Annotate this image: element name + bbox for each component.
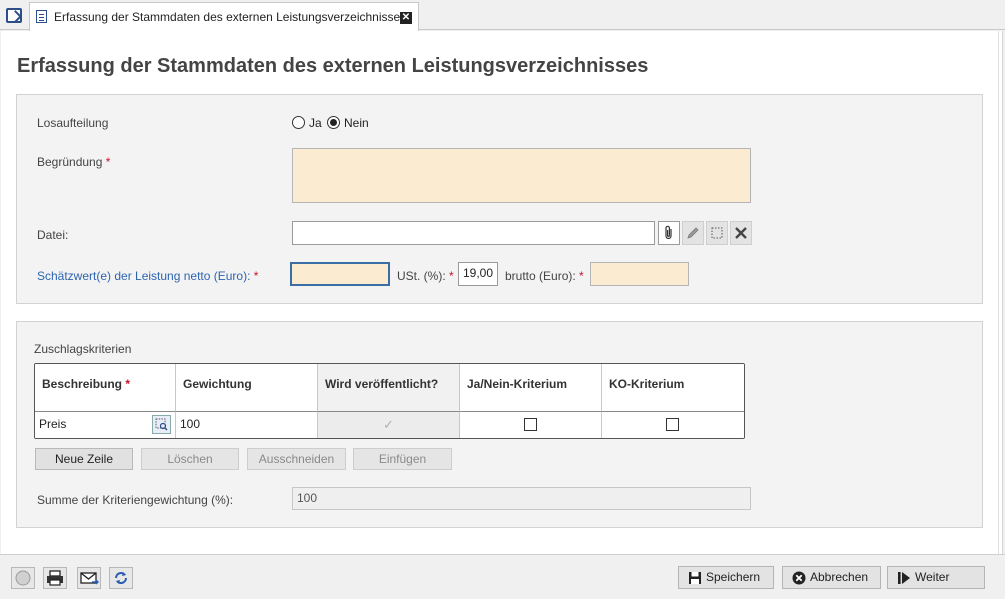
- ko-checkbox[interactable]: [666, 418, 679, 431]
- clear-x-icon[interactable]: [730, 221, 752, 245]
- main-content: Erfassung der Stammdaten des externen Le…: [1, 31, 1003, 554]
- new-row-button[interactable]: Neue Zeile: [35, 448, 133, 470]
- page-title: Erfassung der Stammdaten des externen Le…: [17, 55, 649, 77]
- losaufteilung-label: Losaufteilung: [37, 116, 109, 130]
- help-icon[interactable]: [11, 567, 35, 589]
- cancel-button-label: Abbrechen: [810, 570, 869, 584]
- next-button[interactable]: Weiter: [887, 566, 985, 589]
- radio-nein-label: Nein: [344, 116, 369, 130]
- zuschlagskriterien-panel: Zuschlagskriterien Beschreibung * Gewich…: [16, 321, 983, 528]
- column-header-ko[interactable]: KO-Kriterium: [602, 364, 744, 412]
- cut-button[interactable]: Ausschneiden: [247, 448, 346, 470]
- tab-stammdaten[interactable]: Erfassung der Stammdaten des externen Le…: [29, 2, 419, 31]
- column-header-veroeffentlicht[interactable]: Wird veröffentlicht?: [318, 364, 460, 412]
- datei-input[interactable]: [292, 221, 655, 245]
- radio-ja-label: Ja: [309, 116, 322, 130]
- print-icon[interactable]: [43, 567, 67, 589]
- schaetzwert-label: Schätzwert(e) der Leistung netto (Euro):…: [37, 269, 259, 283]
- column-header-beschreibung[interactable]: Beschreibung *: [35, 364, 176, 412]
- scrollbar[interactable]: [998, 31, 1002, 554]
- radio-nein[interactable]: [327, 116, 340, 129]
- begruendung-label: Begründung *: [37, 155, 111, 169]
- lookup-icon[interactable]: [152, 415, 171, 434]
- edit-pencil-icon[interactable]: [682, 221, 704, 245]
- app-navigation-icon[interactable]: [6, 8, 22, 23]
- document-icon: [36, 10, 47, 23]
- sum-field: 100: [292, 487, 751, 510]
- select-area-icon[interactable]: [706, 221, 728, 245]
- column-header-ja-nein[interactable]: Ja/Nein-Kriterium: [460, 364, 602, 412]
- close-tab-icon[interactable]: ✕: [400, 12, 412, 24]
- refresh-icon[interactable]: [109, 567, 133, 589]
- tab-label: Erfassung der Stammdaten des externen Le…: [54, 10, 407, 24]
- save-icon: [689, 572, 701, 584]
- cancel-button[interactable]: Abbrechen: [782, 566, 881, 589]
- brutto-label: brutto (Euro): *: [505, 269, 584, 283]
- veroeffentlicht-checkbox-readonly: ✓: [383, 417, 394, 432]
- datei-label: Datei:: [37, 228, 69, 242]
- sum-label: Summe der Kriteriengewichtung (%):: [37, 493, 234, 507]
- table-row-cell-veroeffentlicht: ✓: [318, 412, 460, 438]
- zuschlagskriterien-label: Zuschlagskriterien: [34, 342, 132, 356]
- brutto-input[interactable]: [590, 262, 689, 286]
- tab-strip: Erfassung der Stammdaten des externen Le…: [0, 0, 1005, 31]
- save-button-label: Speichern: [706, 570, 761, 584]
- table-row-cell-ja-nein: [460, 412, 602, 438]
- required-marker: *: [105, 155, 111, 169]
- criteria-table: Beschreibung * Gewichtung Wird veröffent…: [34, 363, 745, 439]
- next-button-label: Weiter: [915, 570, 950, 584]
- cell-beschreibung-value: Preis: [39, 417, 67, 431]
- required-marker: *: [449, 269, 454, 283]
- mail-icon[interactable]: [77, 567, 101, 589]
- table-row-cell-gewichtung[interactable]: 100: [176, 412, 318, 438]
- stammdaten-panel: Losaufteilung Ja Nein Begründung * Datei…: [16, 94, 983, 304]
- table-row-cell-beschreibung[interactable]: Preis: [35, 412, 176, 438]
- next-icon: [898, 572, 910, 584]
- table-row-cell-ko: [602, 412, 744, 438]
- ust-input[interactable]: 19,00: [458, 262, 498, 286]
- required-marker: *: [579, 269, 584, 283]
- delete-button[interactable]: Löschen: [141, 448, 239, 470]
- footer-toolbar: Speichern Abbrechen Weiter: [0, 554, 1005, 599]
- required-marker: *: [253, 269, 259, 283]
- column-header-gewichtung[interactable]: Gewichtung: [176, 364, 318, 412]
- ja-nein-checkbox[interactable]: [524, 418, 537, 431]
- cancel-icon: [792, 571, 806, 585]
- required-marker: *: [125, 377, 131, 391]
- attach-paperclip-icon[interactable]: [658, 221, 680, 245]
- radio-ja[interactable]: [292, 116, 305, 129]
- ust-label: USt. (%): *: [397, 269, 454, 283]
- schaetzwert-input[interactable]: [290, 262, 390, 286]
- paste-button[interactable]: Einfügen: [353, 448, 452, 470]
- save-button[interactable]: Speichern: [678, 566, 774, 589]
- begruendung-textarea[interactable]: [292, 148, 751, 203]
